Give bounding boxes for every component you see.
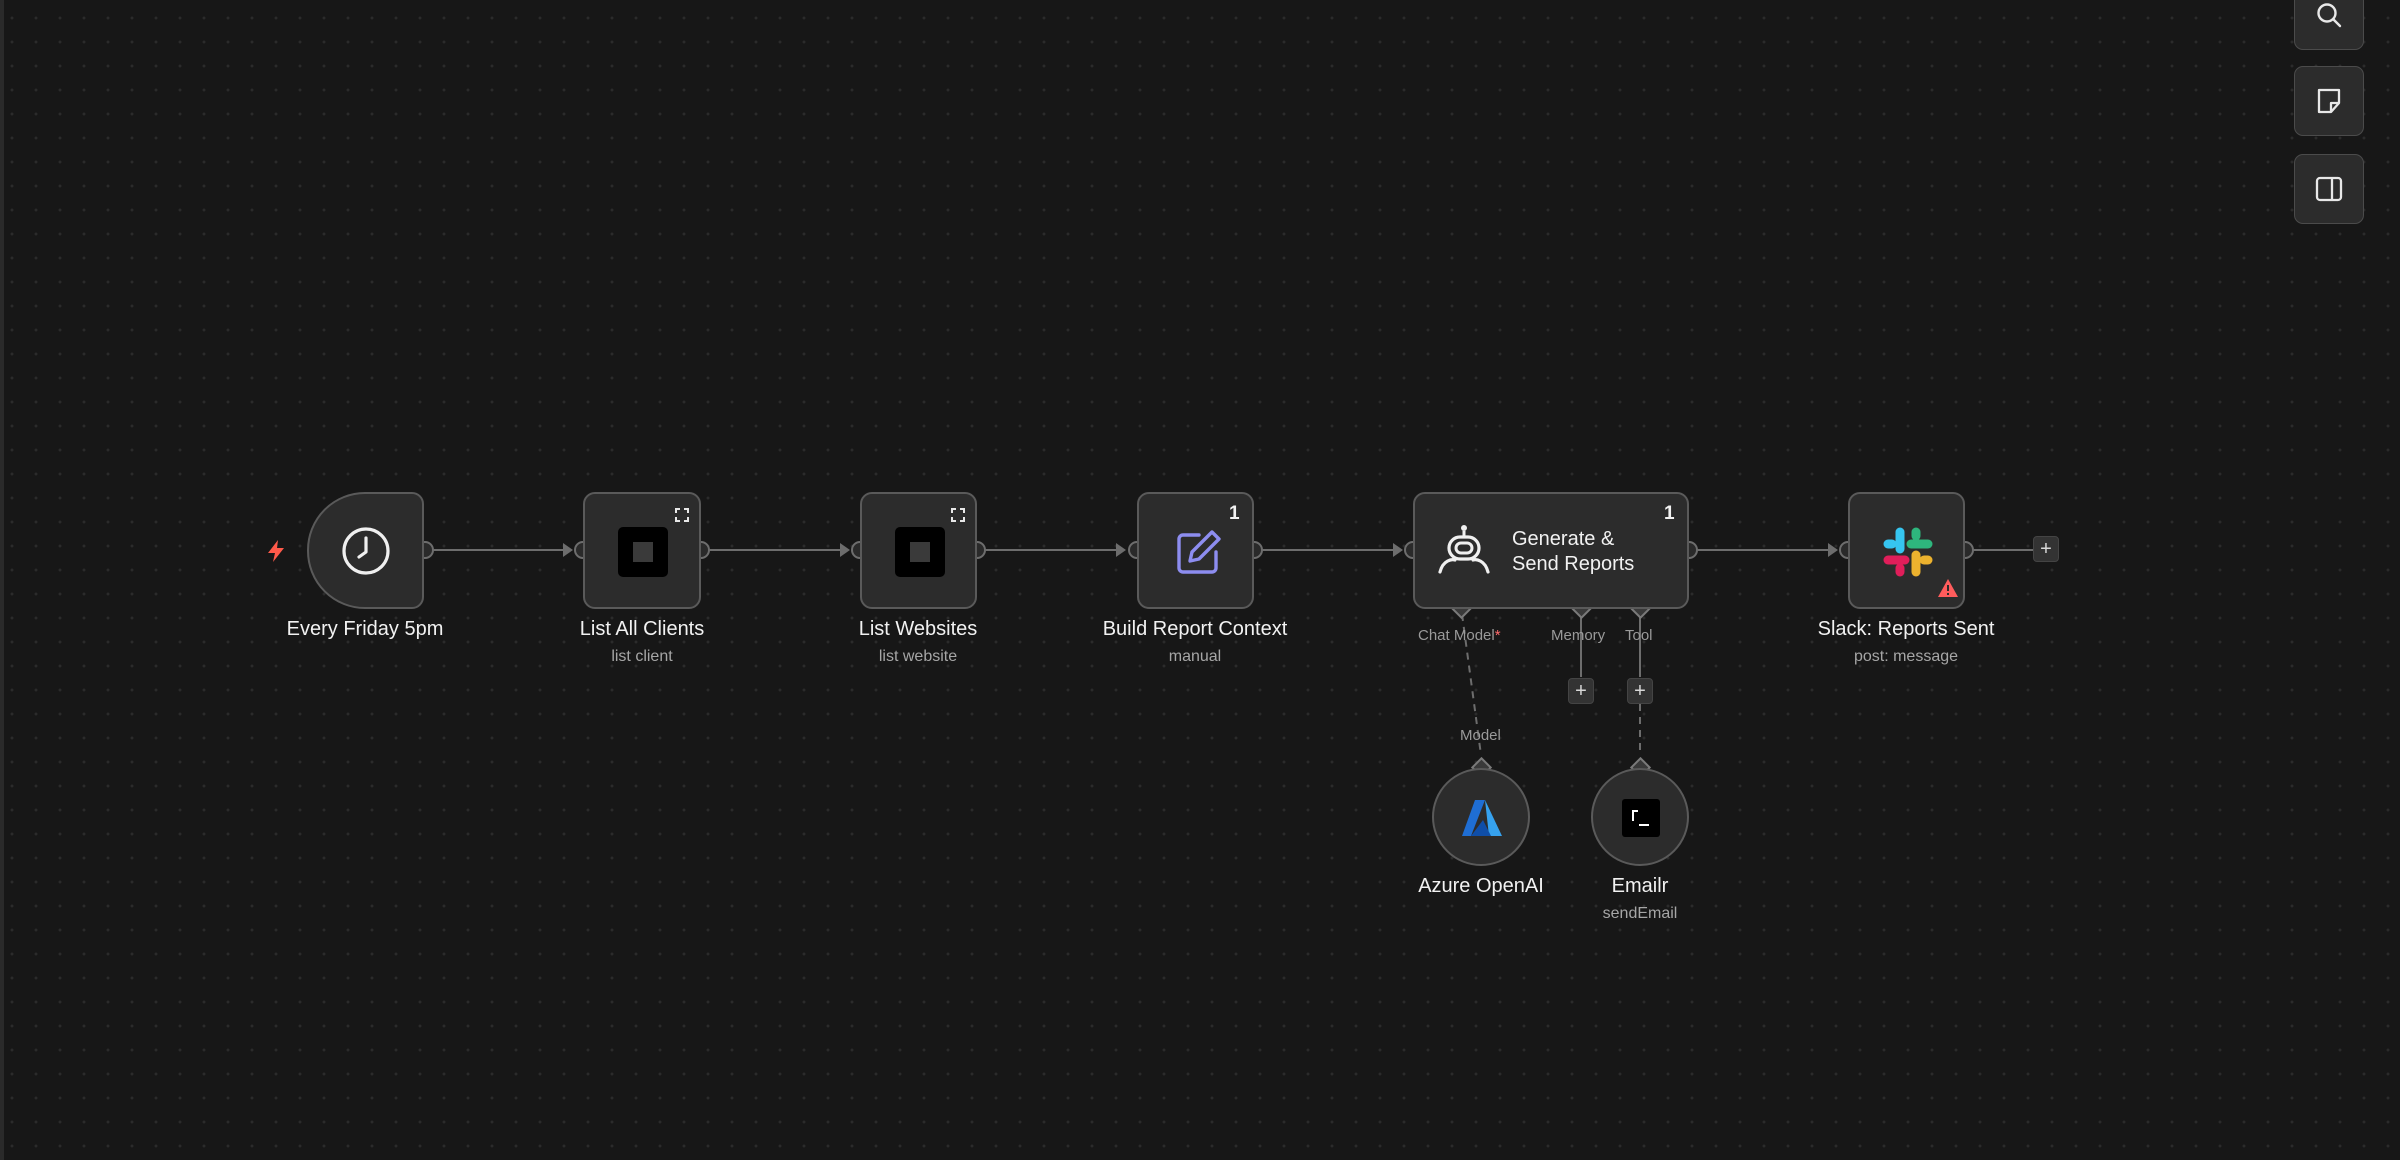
tool-port-label: Tool: [1625, 627, 1653, 644]
chat-model-port-label: Chat Model*: [1418, 627, 1501, 644]
slack-icon: [1883, 527, 1933, 577]
node-subtitle: list client: [611, 648, 673, 665]
warning-icon[interactable]: [1937, 578, 1959, 598]
node-generate-send-reports[interactable]: 1 Generate & Send Reports: [1413, 492, 1689, 609]
node-title: List Websites: [858, 618, 978, 640]
terminal-icon: [1622, 799, 1660, 837]
node-list-all-clients[interactable]: [583, 492, 701, 609]
add-memory-button[interactable]: +: [1568, 678, 1594, 704]
node-every-friday-5pm[interactable]: [307, 492, 424, 609]
node-list-websites[interactable]: [860, 492, 977, 609]
node-title: Slack: Reports Sent: [1817, 618, 1995, 640]
expand-icon: [951, 508, 965, 522]
execution-count-badge: 1: [1664, 503, 1675, 524]
robot-icon: [1438, 525, 1490, 574]
pencil-square-icon: [1177, 530, 1221, 574]
node-title: Every Friday 5pm: [286, 618, 444, 640]
square-app-icon: [618, 527, 668, 577]
agent-title-line1: Generate &: [1512, 528, 1615, 550]
memory-port-label: Memory: [1551, 627, 1606, 644]
trigger-bolt-icon: [268, 540, 284, 562]
square-app-icon: [895, 527, 945, 577]
node-title: Build Report Context: [1102, 618, 1288, 640]
azure-icon: [1462, 800, 1502, 836]
node-subtitle: manual: [1168, 648, 1222, 665]
node-title: List All Clients: [579, 618, 705, 640]
node-azure-openai[interactable]: [1432, 768, 1530, 866]
node-build-report-context[interactable]: 1: [1137, 492, 1254, 609]
model-connector-label: Model: [1460, 727, 1501, 744]
node-subtitle: list website: [878, 648, 958, 665]
node-subtitle: sendEmail: [1602, 905, 1678, 922]
clock-icon: [342, 527, 390, 575]
expand-icon: [675, 508, 689, 522]
node-emailr[interactable]: [1591, 768, 1689, 866]
node-title: Emailr: [1611, 875, 1669, 897]
execution-count-badge: 1: [1229, 503, 1240, 524]
add-next-node-button[interactable]: +: [2033, 536, 2059, 562]
node-subtitle: post: message: [1853, 648, 1959, 665]
node-slack-reports-sent[interactable]: [1848, 492, 1965, 609]
add-tool-button[interactable]: +: [1627, 678, 1653, 704]
agent-title-line2: Send Reports: [1512, 553, 1635, 575]
